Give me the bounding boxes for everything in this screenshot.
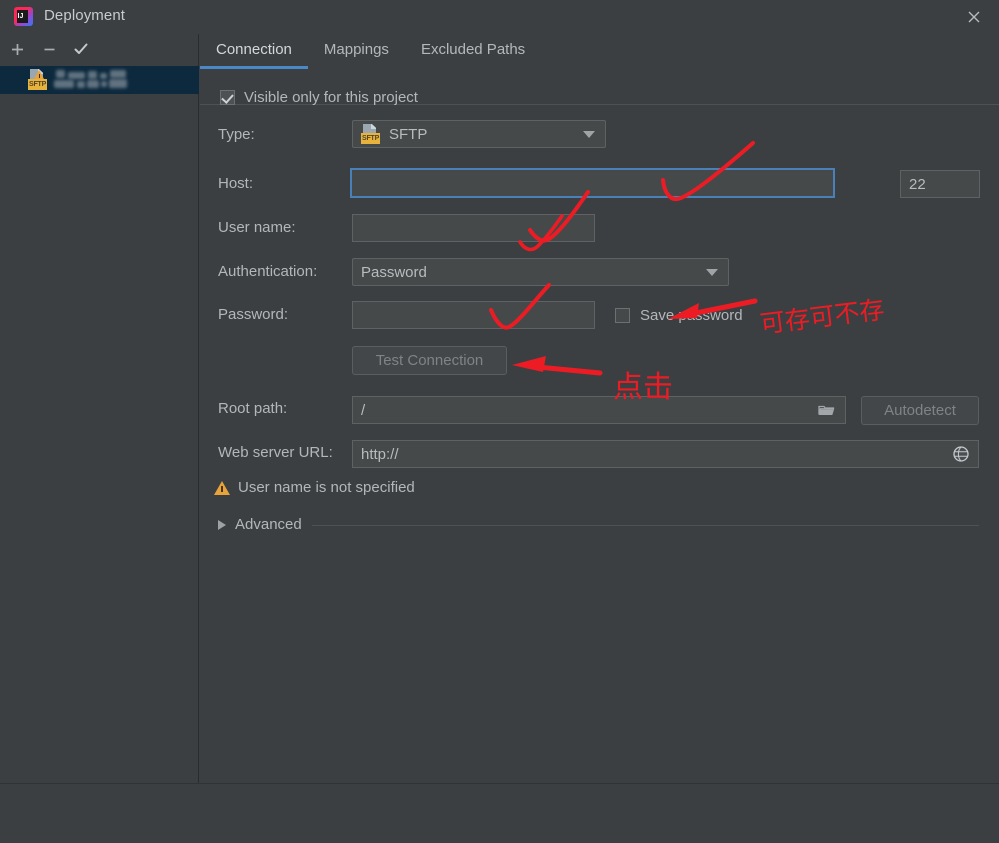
sftp-server-icon: SFTP bbox=[28, 69, 51, 91]
connection-form: Visible only for this project Type: SFTP… bbox=[200, 34, 999, 783]
web-server-url-input[interactable] bbox=[352, 440, 979, 468]
type-value: SFTP bbox=[389, 125, 428, 143]
warning-icon bbox=[214, 480, 230, 495]
server-list-panel: SFTP bbox=[0, 34, 199, 783]
sftp-file-icon: SFTP bbox=[361, 124, 383, 144]
visible-only-label[interactable]: Visible only for this project bbox=[244, 89, 418, 106]
host-input[interactable] bbox=[350, 168, 835, 198]
chevron-down-icon bbox=[706, 269, 718, 276]
password-label: Password: bbox=[218, 306, 289, 323]
triangle-right-icon bbox=[218, 519, 226, 530]
footer: ? OK Cancel bbox=[0, 784, 999, 843]
type-label: Type: bbox=[218, 126, 255, 143]
root-path-input[interactable] bbox=[352, 396, 846, 424]
deployment-dialog: Deployment SFTP bbox=[0, 0, 999, 843]
test-connection-button[interactable]: Test Connection bbox=[352, 346, 507, 375]
test-connection-label: Test Connection bbox=[375, 352, 484, 369]
visible-only-checkbox[interactable] bbox=[220, 90, 235, 105]
add-server-button[interactable] bbox=[6, 38, 28, 60]
port-input[interactable] bbox=[900, 170, 980, 198]
list-item[interactable]: SFTP bbox=[0, 66, 199, 94]
host-label: Host: bbox=[218, 175, 254, 192]
authentication-value: Password bbox=[361, 263, 427, 281]
user-name-input[interactable] bbox=[352, 214, 595, 242]
advanced-section-toggle[interactable]: Advanced bbox=[218, 516, 302, 533]
validation-message: User name is not specified bbox=[214, 479, 415, 496]
server-list: SFTP bbox=[0, 66, 199, 94]
advanced-divider bbox=[312, 525, 979, 526]
globe-icon[interactable] bbox=[950, 443, 972, 465]
authentication-label: Authentication: bbox=[218, 263, 318, 280]
save-password-checkbox[interactable] bbox=[615, 308, 630, 323]
remove-server-button[interactable] bbox=[38, 38, 60, 60]
chevron-down-icon bbox=[583, 131, 595, 138]
intellij-idea-icon bbox=[14, 7, 33, 26]
server-name-redacted bbox=[54, 70, 132, 90]
user-name-label: User name: bbox=[218, 219, 296, 236]
validation-text: User name is not specified bbox=[238, 479, 415, 496]
folder-icon[interactable] bbox=[814, 398, 838, 422]
server-list-toolbar bbox=[0, 34, 199, 64]
advanced-label: Advanced bbox=[235, 516, 302, 533]
type-select[interactable]: SFTP SFTP bbox=[352, 120, 606, 148]
autodetect-button[interactable]: Autodetect bbox=[861, 396, 979, 425]
password-input[interactable] bbox=[352, 301, 595, 329]
close-icon[interactable] bbox=[963, 6, 985, 28]
web-server-url-label: Web server URL: bbox=[218, 444, 333, 461]
root-path-label: Root path: bbox=[218, 400, 288, 417]
save-password-label[interactable]: Save password bbox=[640, 307, 743, 324]
connection-panel: Connection Mappings Excluded Paths Visib… bbox=[200, 34, 999, 783]
authentication-select[interactable]: Password bbox=[352, 258, 729, 286]
page-title: Deployment bbox=[44, 7, 126, 24]
title-bar: Deployment bbox=[0, 0, 999, 34]
set-default-button[interactable] bbox=[70, 38, 92, 60]
autodetect-label: Autodetect bbox=[884, 402, 956, 419]
